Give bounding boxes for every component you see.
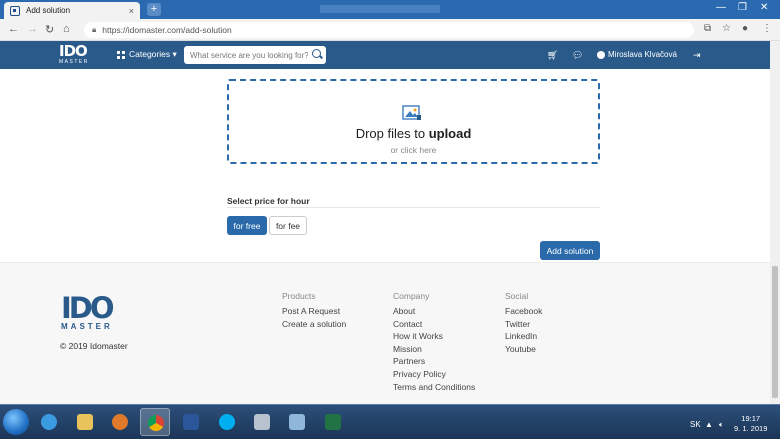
footer-heading: Social [505,291,529,301]
taskbar-app-icon[interactable] [282,408,312,436]
profile-icon[interactable]: ● [742,23,748,34]
taskbar-media-icon[interactable] [105,408,135,436]
footer-link[interactable]: Terms and Conditions [393,381,475,394]
search-icon[interactable] [312,49,321,58]
reload-icon[interactable]: ↻ [45,23,54,36]
footer-column-social: Social Facebook Twitter LinkedIn Youtube [505,291,542,355]
footer-logo[interactable]: IDO MASTER [61,294,117,334]
tray-flag-icon[interactable]: ▲ [705,420,713,429]
clock-date: 9. 1. 2019 [734,424,768,433]
footer-link[interactable]: Facebook [505,305,542,318]
footer-link[interactable]: Youtube [505,343,542,356]
browser-tab-strip: Add solution × + — ❐ ✕ [0,0,780,19]
copyright-text: © 2019 Idomaster [60,341,128,351]
address-bar[interactable]: 🔒︎ https://idomaster.com/add-solution [84,22,694,38]
start-button[interactable] [3,409,29,435]
home-icon[interactable]: ⌂ [63,23,70,35]
footer-link[interactable]: Mission [393,343,475,356]
image-upload-icon [402,105,421,120]
footer-link[interactable]: About [393,305,475,318]
site-logo[interactable]: IDO MASTER [59,44,95,66]
scrollbar-thumb[interactable] [772,266,778,398]
price-section-heading: Select price for hour [227,196,600,208]
tab-title: Add solution [26,6,71,15]
user-name: Miroslava Klvačová [608,50,677,59]
bookmark-star-icon[interactable]: ☆ [722,23,731,34]
site-footer: IDO MASTER © 2019 Idomaster Products Pos… [0,262,770,404]
taskbar-word-icon[interactable] [176,408,206,436]
taskbar-explorer-icon[interactable] [70,408,100,436]
site-navbar: IDO MASTER Categories ▾ 🛒︎ 💬︎ Miroslava … [0,41,770,69]
url-text: https://idomaster.com/add-solution [102,25,232,35]
categories-label: Categories ▾ [129,49,177,59]
tab-close-button[interactable]: × [129,6,134,16]
page-scrollbar[interactable] [770,41,780,404]
taskbar-calculator-icon[interactable] [247,408,277,436]
new-tab-button[interactable]: + [147,3,161,16]
footer-link[interactable]: Partners [393,355,475,368]
grid-icon [117,50,125,59]
add-solution-button[interactable]: Add solution [540,241,600,260]
footer-heading: Products [282,291,316,301]
browser-toolbar: ← → ↻ ⌂ 🔒︎ https://idomaster.com/add-sol… [0,19,780,41]
lock-icon: 🔒︎ [92,25,97,34]
footer-logo-wordmark: MASTER [61,322,113,331]
cart-icon[interactable]: 🛒︎ [547,50,558,61]
clock-time: 19:17 [741,414,761,423]
taskbar-chrome-icon[interactable] [140,408,170,436]
dropzone-title-bold: upload [428,126,472,141]
chat-icon[interactable]: 💬︎ [572,50,583,61]
footer-link[interactable]: LinkedIn [505,330,542,343]
search-input[interactable] [190,50,308,60]
logo-wordmark: MASTER [59,59,89,65]
browser-tab[interactable]: Add solution × [4,2,140,19]
translate-icon[interactable]: ⧉ [704,23,711,34]
window-title-blurred [320,5,440,13]
user-avatar-icon [597,50,605,59]
for-free-button[interactable]: for free [227,216,267,235]
footer-column-company: Company About Contact How it Works Missi… [393,291,475,393]
minimize-button[interactable]: — [716,2,726,13]
system-clock[interactable]: 19:17 9. 1. 2019 [734,414,767,434]
footer-link[interactable]: Contact [393,318,475,331]
search-box [184,46,326,64]
back-arrow-icon[interactable]: ← [8,23,19,35]
footer-column-products: Products Post A Request Create a solutio… [282,291,346,330]
footer-link[interactable]: Twitter [505,318,542,331]
volume-icon[interactable]: 🔈︎ [719,420,724,430]
windows-taskbar: SK ▲ 🔈︎ 19:17 9. 1. 2019 [0,404,780,439]
footer-link[interactable]: How it Works [393,330,475,343]
file-dropzone[interactable]: Drop files to upload or click here [227,79,600,164]
user-menu[interactable]: Miroslava Klvačová [597,50,677,59]
footer-link[interactable]: Create a solution [282,318,346,331]
menu-dots-icon[interactable]: ⋮ [762,23,772,34]
footer-heading: Company [393,291,430,301]
logout-icon[interactable]: ⇥ [693,50,701,61]
footer-link[interactable]: Privacy Policy [393,368,475,381]
language-indicator[interactable]: SK [690,420,701,429]
categories-dropdown[interactable]: Categories ▾ [117,49,177,60]
dropzone-title: Drop files to upload [229,126,598,141]
maximize-button[interactable]: ❐ [738,2,747,13]
footer-link[interactable]: Post A Request [282,305,346,318]
dropzone-title-text: Drop files to [355,126,429,141]
forward-arrow-icon[interactable]: → [27,23,38,35]
close-window-button[interactable]: ✕ [760,2,768,13]
footer-logo-mark: IDO [61,291,115,325]
for-fee-button[interactable]: for fee [269,216,307,235]
taskbar-ie-icon[interactable] [34,408,64,436]
dropzone-subtitle: or click here [390,145,437,155]
site-favicon-icon [10,5,20,16]
logo-mark: IDO [59,42,88,60]
taskbar-skype-icon[interactable] [212,408,242,436]
taskbar-excel-icon[interactable] [318,408,348,436]
